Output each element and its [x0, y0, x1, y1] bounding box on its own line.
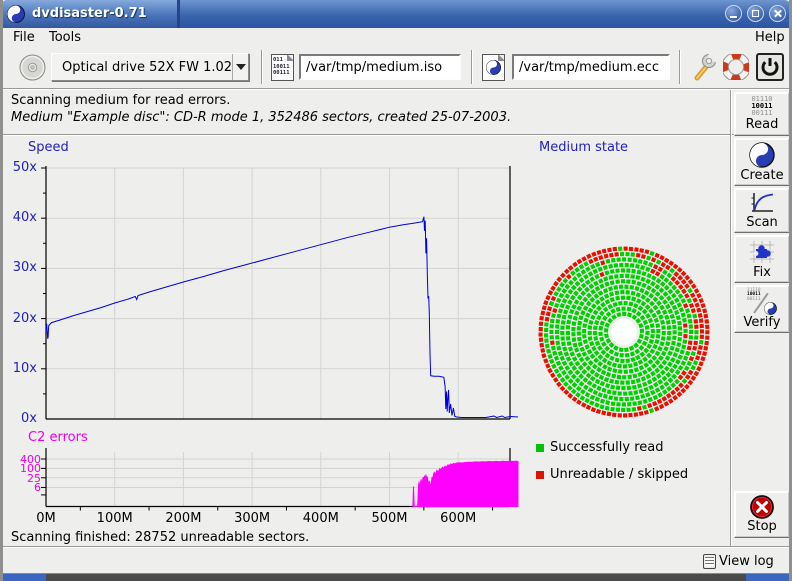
tick-label: 400M: [296, 511, 346, 526]
menu-help[interactable]: Help: [749, 29, 791, 46]
minimize-button[interactable]: [725, 5, 742, 22]
scan-button[interactable]: Scan: [734, 188, 790, 233]
minimize-icon: [730, 16, 737, 18]
status-line-1: Scanning medium for read errors.: [11, 93, 230, 108]
tick-label: 600M: [433, 511, 483, 526]
app-yinyang-icon: [7, 5, 25, 23]
tick-label: 0M: [21, 511, 71, 526]
tick-label: 200M: [158, 511, 208, 526]
sidebar-separator: [730, 90, 732, 546]
stop-x-icon: [750, 495, 774, 519]
separator: [3, 134, 789, 136]
puzzle-fix-icon: [748, 239, 776, 265]
close-button[interactable]: [769, 5, 786, 22]
legend-label-read: Successfully read: [550, 440, 663, 455]
tick-label: 300M: [227, 511, 277, 526]
scan-button-label: Scan: [746, 215, 778, 230]
curve-scan-icon: [749, 191, 775, 215]
title-bar[interactable]: dvdisaster-0.71: [0, 0, 792, 28]
medium-state-disc: [535, 243, 713, 421]
tick-label: 10x: [3, 361, 37, 376]
maximize-button[interactable]: [747, 5, 764, 22]
resize-corner-left[interactable]: [0, 574, 46, 581]
maximize-icon: [752, 10, 759, 17]
ecc-yinyang-glyph: [486, 60, 501, 75]
cd-drive-icon[interactable]: [19, 54, 46, 81]
verify-button-label: Verify: [744, 315, 781, 330]
tick-label: 400: [5, 453, 41, 466]
preferences-wrench-icon[interactable]: [690, 52, 718, 82]
help-lifebelt-icon[interactable]: [723, 54, 749, 80]
tick-label: 0x: [3, 411, 37, 426]
yinyang-create-icon: [749, 142, 775, 168]
read-button[interactable]: 01110 10011 00111 Read: [734, 92, 790, 136]
create-button-label: Create: [740, 168, 783, 183]
page-fold: [498, 54, 505, 61]
toolbar-separator: [471, 50, 473, 84]
speed-chart: [38, 164, 520, 422]
quit-power-icon[interactable]: [756, 53, 784, 81]
view-log-button[interactable]: View log: [703, 551, 774, 571]
c2-errors-chart: [38, 446, 520, 512]
stop-button-label: Stop: [747, 519, 777, 534]
drive-selector-arrow[interactable]: [232, 54, 248, 80]
view-log-label: View log: [719, 554, 774, 569]
menu-file[interactable]: File: [7, 29, 41, 46]
tick-label: 100M: [90, 511, 140, 526]
speed-chart-title: Speed: [28, 140, 69, 155]
close-icon: [773, 9, 782, 18]
legend-label-unreadable: Unreadable / skipped: [550, 467, 688, 482]
tick-label: 50x: [3, 160, 37, 175]
stop-button[interactable]: Stop: [734, 491, 790, 538]
ecc-file-input[interactable]: [512, 54, 670, 80]
tick-label: 500M: [365, 511, 415, 526]
app-window: dvdisaster-0.71 File Tools Help Optical …: [0, 0, 792, 581]
toolbar: Optical drive 52X FW 1.02 011 10011 0011…: [3, 46, 789, 88]
window-title: dvdisaster-0.71: [32, 6, 147, 21]
binary-read-icon: 01110 10011 00111: [751, 96, 772, 117]
tick-label: 40x: [3, 210, 37, 225]
read-button-label: Read: [746, 117, 779, 132]
separator: [3, 88, 789, 90]
scan-result-text: Scanning finished: 28752 unreadable sect…: [11, 530, 309, 545]
c2-errors-title: C2 errors: [28, 430, 88, 445]
medium-state-title: Medium state: [539, 140, 628, 155]
toolbar-separator: [261, 50, 263, 84]
menu-bar: File Tools Help: [3, 28, 789, 46]
page-fold: [287, 54, 294, 61]
status-line-2: Medium "Example disc": CD-R mode 1, 3524…: [11, 110, 511, 125]
menu-tools[interactable]: Tools: [43, 29, 87, 46]
chevron-down-icon: [236, 64, 246, 70]
iso-image-icon[interactable]: 011 10011 00111: [271, 54, 294, 81]
resize-corner-right[interactable]: [746, 574, 792, 581]
toolbar-separator: [679, 50, 681, 84]
ecc-file-icon[interactable]: [482, 54, 505, 81]
separator: [3, 546, 789, 548]
drive-selector-value: Optical drive 52X FW 1.02: [52, 60, 232, 75]
log-list-icon: [703, 554, 716, 569]
binary-yinyang-verify-icon: 11110 10011 00111: [747, 289, 777, 315]
legend-swatch-unreadable: [536, 471, 544, 479]
legend-swatch-read: [536, 444, 544, 452]
create-button[interactable]: Create: [734, 138, 790, 186]
fix-button[interactable]: Fix: [734, 235, 790, 283]
iso-file-input[interactable]: [299, 54, 461, 80]
fix-button-label: Fix: [753, 265, 771, 280]
verify-button[interactable]: 11110 10011 00111 Verify: [734, 285, 790, 333]
drive-selector[interactable]: Optical drive 52X FW 1.02: [51, 53, 249, 81]
window-bottom-border: [0, 573, 792, 581]
tick-label: 30x: [3, 260, 37, 275]
tick-label: 20x: [3, 311, 37, 326]
